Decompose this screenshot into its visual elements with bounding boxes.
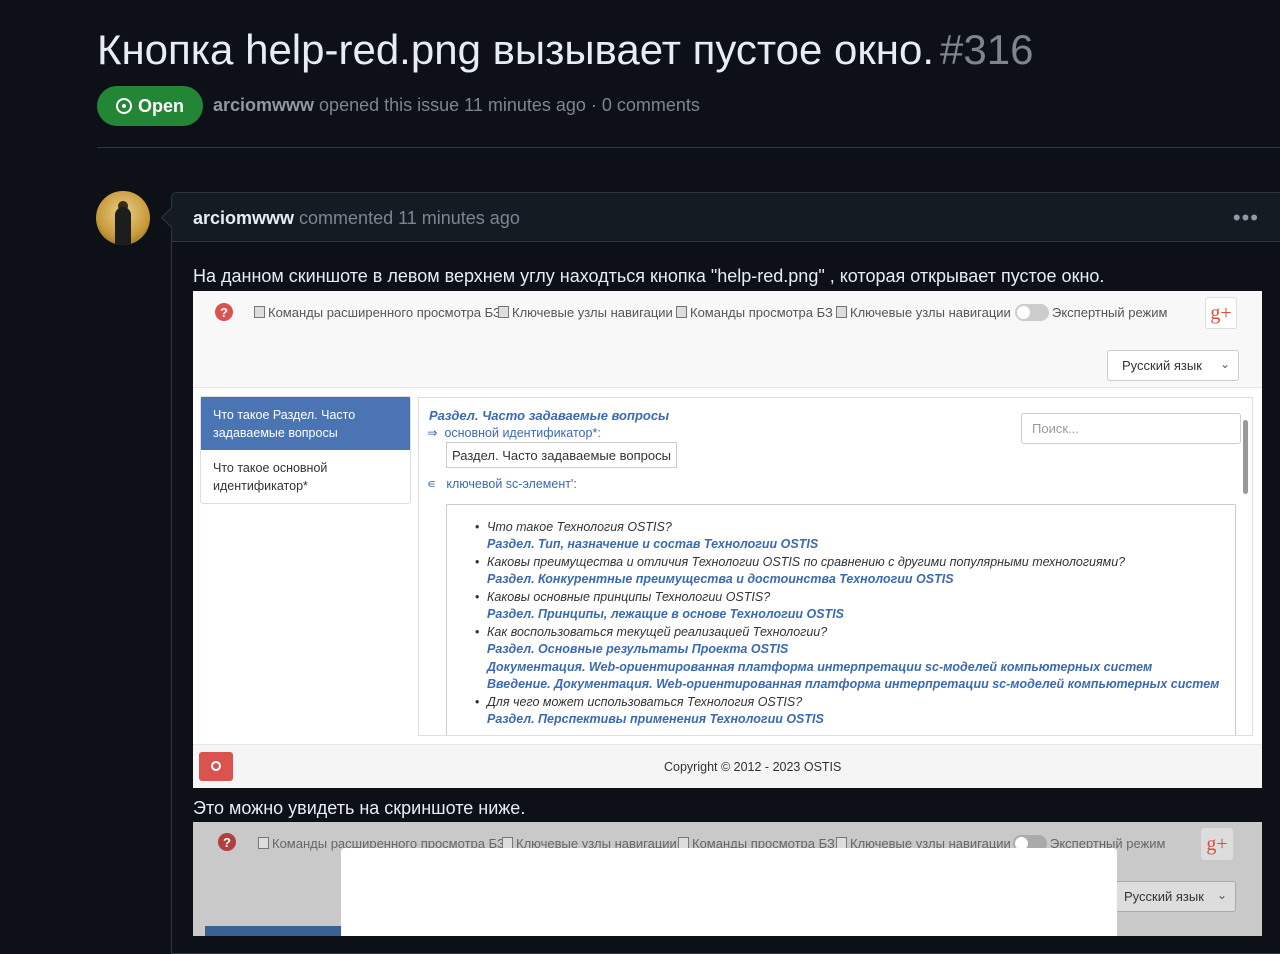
glyph-icon — [258, 837, 269, 849]
comment-paragraph-1: На данном скиншоте в левом верхнем углу … — [193, 266, 1105, 286]
status-label: Open — [137, 95, 184, 116]
nav-item: Команды расширенного просмотра БЗ — [254, 305, 501, 320]
avatar[interactable] — [96, 191, 150, 245]
scroll-thumb — [1243, 420, 1248, 494]
glyph-icon — [254, 306, 265, 318]
language-select: Русский язык ⌄ — [1109, 881, 1236, 912]
issue-title-text: Кнопка help-red.png вызывает пустое окно… — [97, 26, 934, 73]
stop-icon — [199, 752, 233, 781]
search-input: Поиск... — [1021, 413, 1241, 444]
kebab-icon[interactable]: ••• — [1233, 205, 1259, 231]
list-item: Каковы основные принципы Технологии OSTI… — [475, 590, 770, 604]
list-item: Раздел. Перспективы применения Технологи… — [487, 712, 824, 726]
toggle-icon — [1015, 304, 1049, 321]
glyph-icon — [836, 306, 847, 318]
comment-paragraph-2: Это можно увидеть на скриншоте ниже. — [193, 798, 526, 818]
avatar-figure — [115, 207, 131, 245]
list-item: Введение. Документация. Web-ориентирован… — [487, 677, 1220, 691]
issue-meta: arciomwww opened this issue 11 minutes a… — [213, 95, 700, 116]
list-item: Документация. Web-ориентированная платфо… — [487, 660, 1153, 674]
list-item: Для чего может использоваться Технология… — [475, 695, 802, 709]
relation-identifier: ⇒ основной идентификатор*: — [427, 426, 601, 440]
glyph-icon — [498, 306, 509, 318]
nav-item: Ключевые узлы навигации — [498, 305, 673, 320]
issue-title: Кнопка help-red.png вызывает пустое окно… — [97, 26, 1033, 74]
embedded-screenshot-1[interactable]: ? Команды расширенного просмотра БЗ Ключ… — [193, 291, 1262, 788]
google-plus-icon: g+ — [1205, 297, 1237, 329]
issue-number: #316 — [940, 26, 1034, 73]
sidebar-item: Что такое основной идентификатор* — [213, 461, 328, 493]
embedded-screenshot-2[interactable]: ? Команды расширенного просмотра БЗ Ключ… — [193, 822, 1262, 936]
comment-time[interactable]: commented 11 minutes ago — [299, 208, 520, 228]
glyph-icon — [676, 306, 687, 318]
sidebar-item-active: Что такое Раздел. Часто задаваемые вопро… — [201, 397, 410, 450]
nav-item: Команды просмотра БЗ — [676, 305, 833, 320]
help-icon: ? — [218, 833, 236, 851]
issue-meta-text: opened this issue 11 minutes ago · 0 com… — [319, 95, 700, 115]
screenshot-sidebar: Что такое Раздел. Часто задаваемые вопро… — [200, 396, 411, 504]
header-divider — [97, 147, 1280, 148]
language-select: Русский язык ⌄ — [1107, 350, 1239, 381]
relation-key-element: ∊ ключевой sc-элемент': — [427, 477, 577, 491]
sidebar-item-active — [205, 926, 341, 936]
google-plus-icon: g+ — [1201, 828, 1233, 860]
nav-item: Ключевые узлы навигации — [836, 305, 1011, 320]
list-item: Что такое Технология OSTIS? — [475, 520, 672, 534]
identifier-box: Раздел. Часто задаваемые вопросы — [446, 442, 677, 468]
copyright: Copyright © 2012 - 2023 OSTIS — [664, 760, 842, 774]
comment-author-line: arciomwww commented 11 minutes ago — [193, 208, 520, 229]
comment-author-link[interactable]: arciomwww — [193, 208, 294, 228]
list-item: Раздел. Основные результаты Проекта OSTI… — [487, 642, 789, 656]
screenshot-footer: Copyright © 2012 - 2023 OSTIS — [193, 744, 1262, 788]
issue-author-link[interactable]: arciomwww — [213, 95, 314, 115]
comment-header: arciomwww commented 11 minutes ago ••• — [172, 193, 1280, 242]
list-item: Как воспользоваться текущей реализацией … — [475, 625, 827, 639]
issue-open-icon — [115, 98, 132, 114]
list-item: Раздел. Тип, назначение и состав Техноло… — [487, 537, 819, 551]
empty-modal-window — [341, 848, 1117, 936]
expert-mode-label: Экспертный режим — [1052, 305, 1168, 320]
list-item: Раздел. Конкурентные преимущества и дост… — [487, 572, 954, 586]
faq-list: Что такое Технология OSTIS? Раздел. Тип,… — [446, 504, 1236, 735]
chevron-down-icon: ⌄ — [1216, 888, 1227, 902]
chevron-down-icon: ⌄ — [1219, 357, 1230, 371]
vertical-scrollbar — [1241, 412, 1249, 724]
list-item: Каковы преимущества и отличия Технологии… — [475, 555, 1125, 569]
screenshot-navbar: ? Команды расширенного просмотра БЗ Ключ… — [193, 291, 1262, 388]
screenshot-content: Раздел. Часто задаваемые вопросы ⇒ основ… — [418, 397, 1253, 736]
status-badge: Open — [97, 86, 203, 126]
content-title: Раздел. Часто задаваемые вопросы — [429, 408, 670, 423]
list-item: Раздел. Принципы, лежащие в основе Техно… — [487, 607, 845, 621]
help-icon: ? — [215, 303, 233, 321]
